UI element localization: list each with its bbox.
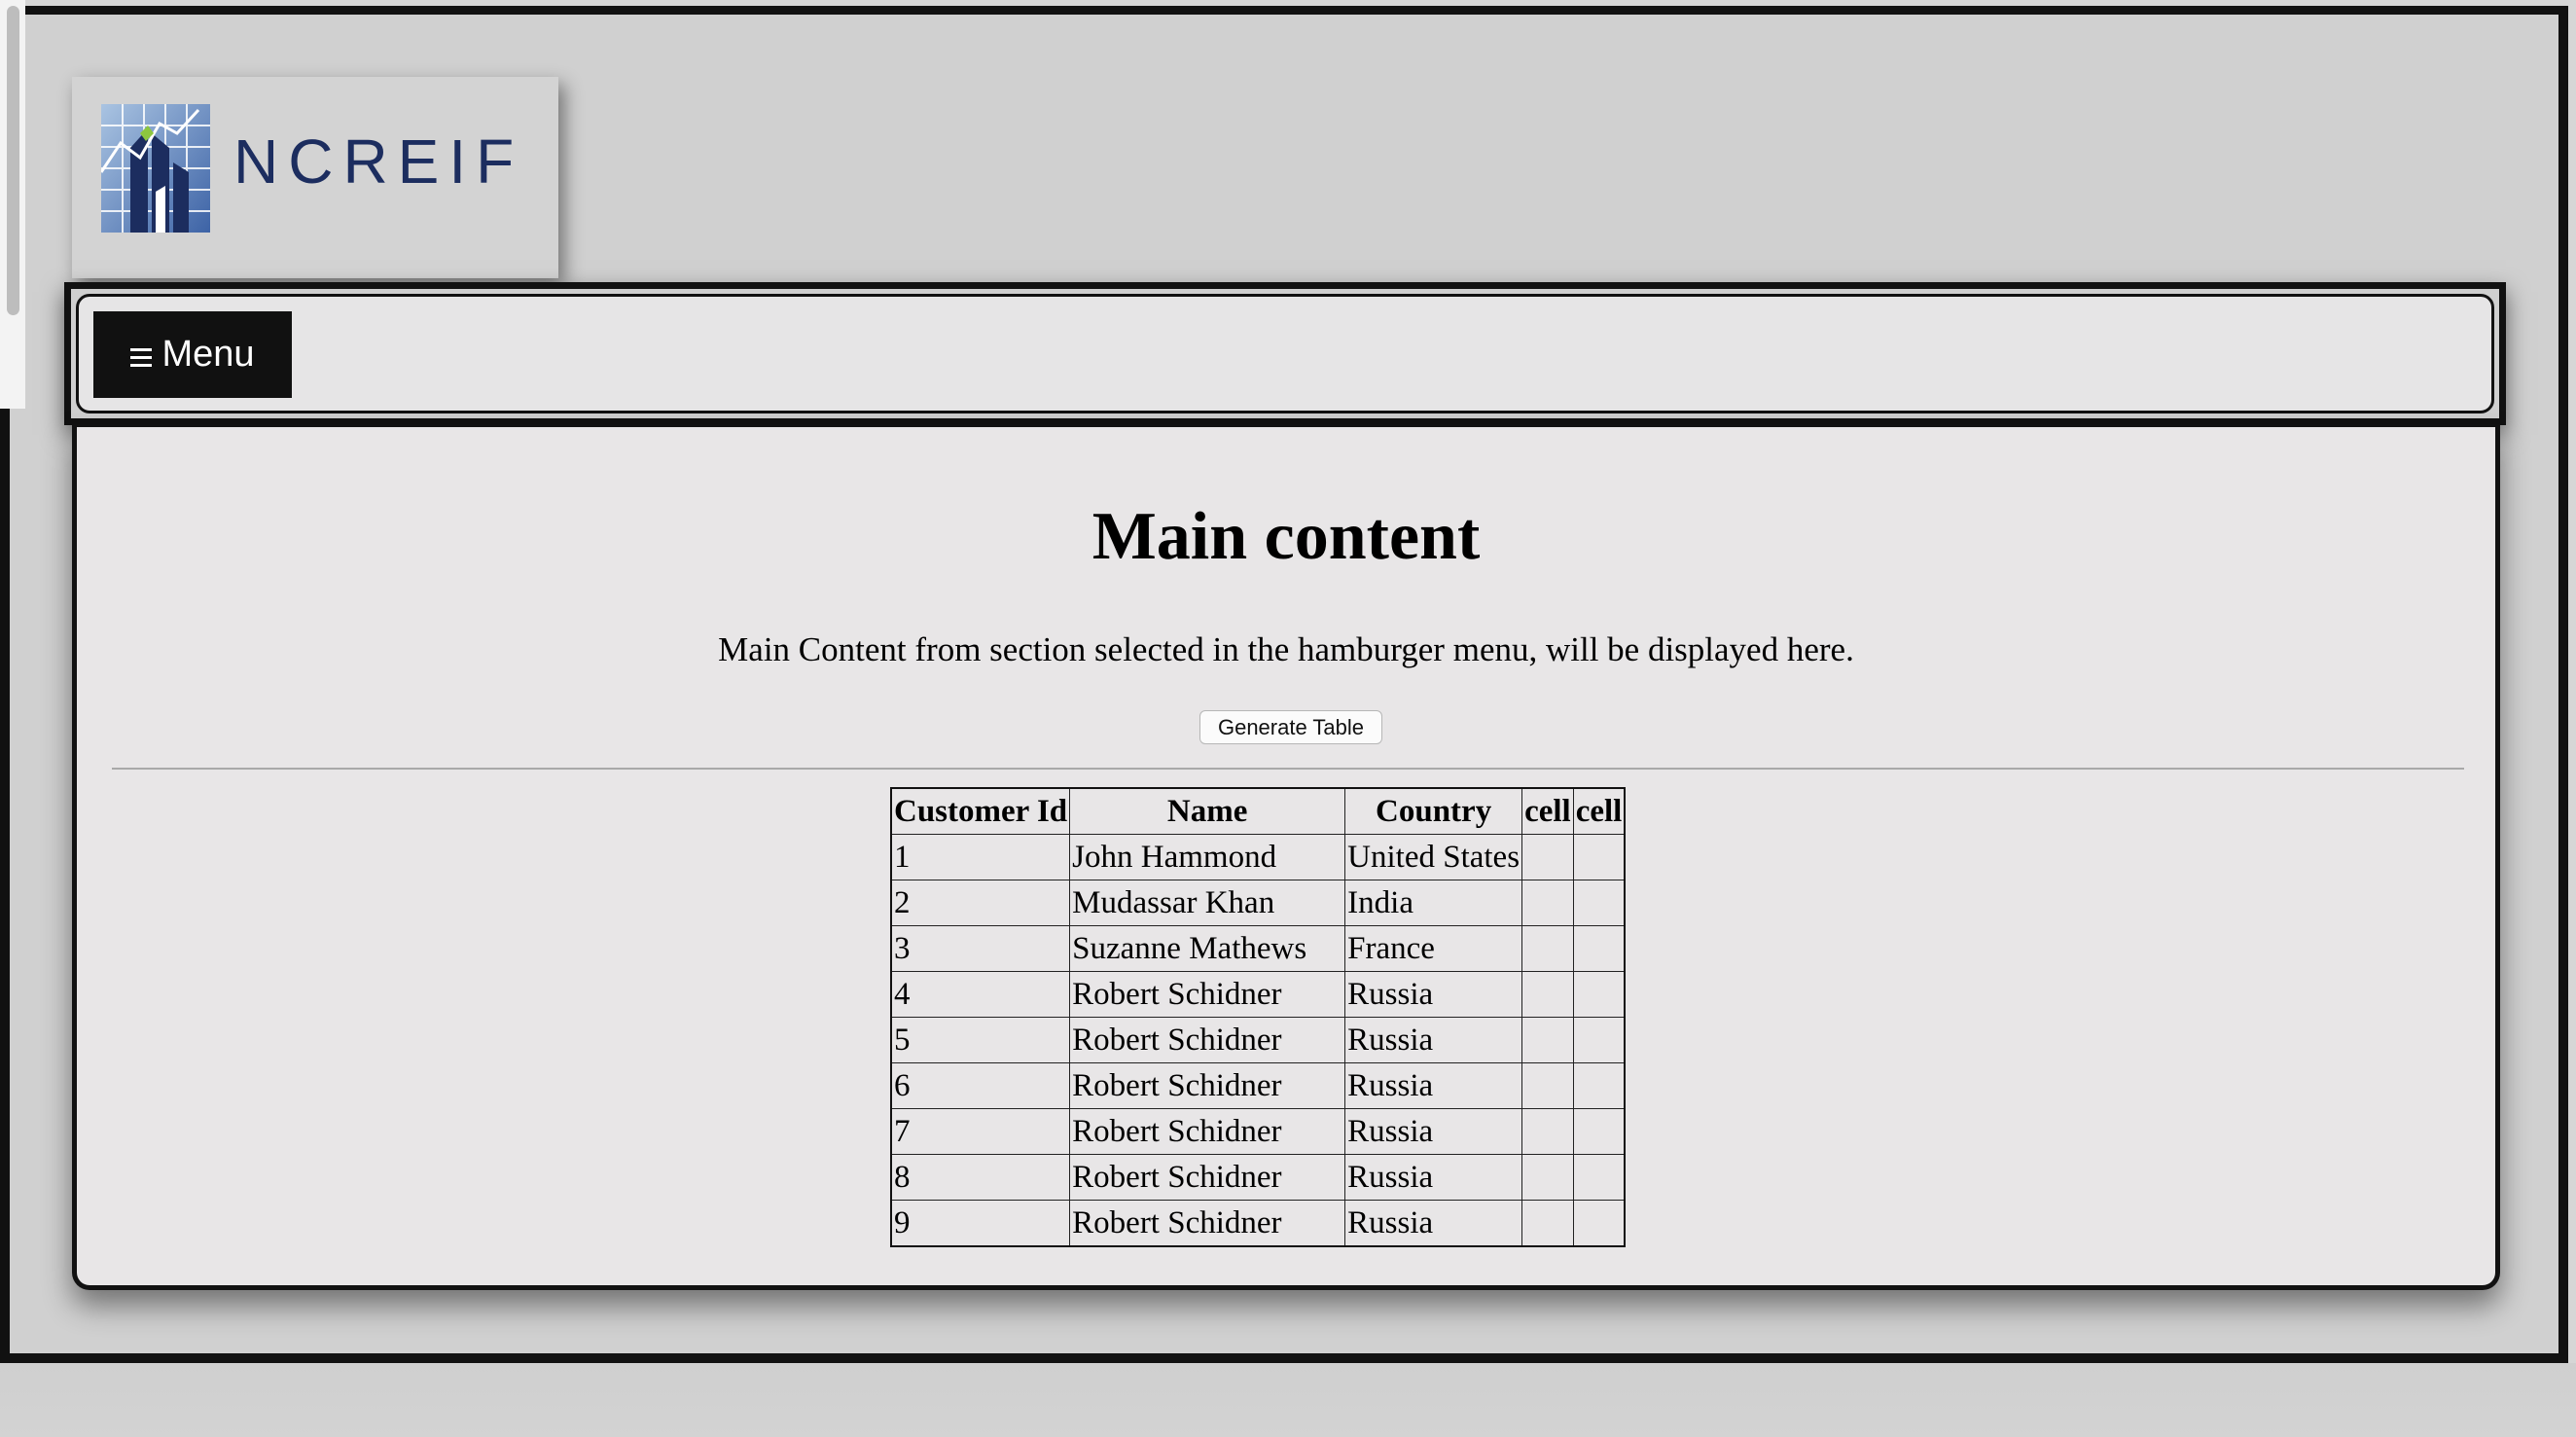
country-cell: United States: [1344, 834, 1523, 880]
empty-cell: [1572, 1108, 1626, 1155]
empty-cell: [1572, 834, 1626, 880]
customer-id-cell: 1: [890, 834, 1071, 880]
country-cell: Russia: [1344, 1017, 1523, 1063]
table-row: 2 Mudassar Khan India: [890, 880, 1626, 926]
column-header-customer-id: Customer Id: [890, 787, 1071, 835]
empty-cell: [1521, 1154, 1574, 1201]
name-cell: Suzanne Mathews: [1069, 925, 1346, 972]
column-header-cell-1: cell: [1521, 787, 1574, 835]
table-row: 1 John Hammond United States: [890, 834, 1626, 880]
customer-id-cell: 2: [890, 880, 1071, 926]
empty-cell: [1572, 1154, 1626, 1201]
country-cell: Russia: [1344, 971, 1523, 1018]
scrollbar[interactable]: [0, 0, 25, 409]
country-cell: India: [1344, 880, 1523, 926]
empty-cell: [1521, 1062, 1574, 1109]
navigation-bar: [64, 282, 2506, 425]
main-description: Main Content from section selected in th…: [718, 630, 1854, 668]
table-row: 3 Suzanne Mathews France: [890, 925, 1626, 972]
page-title: Main content: [1091, 499, 1481, 574]
logo-wordmark: NCREIF: [233, 126, 524, 197]
table-row: 6 Robert Schidner Russia: [890, 1062, 1626, 1109]
name-cell: Mudassar Khan: [1069, 880, 1346, 926]
ncreif-logo-mark-icon: [101, 104, 210, 233]
hamburger-icon: [130, 348, 153, 367]
empty-cell: [1521, 1200, 1574, 1247]
navigation-bar-inner: [76, 294, 2494, 413]
customer-id-cell: 9: [890, 1200, 1071, 1247]
country-cell: Russia: [1344, 1200, 1523, 1247]
empty-cell: [1572, 1017, 1626, 1063]
column-header-country: Country: [1344, 787, 1523, 835]
country-cell: Russia: [1344, 1154, 1523, 1201]
empty-cell: [1521, 880, 1574, 926]
table-row: 9 Robert Schidner Russia: [890, 1200, 1626, 1247]
page-bottom-area: [0, 1363, 2576, 1437]
customer-id-cell: 8: [890, 1154, 1071, 1201]
name-cell: Robert Schidner: [1069, 1108, 1346, 1155]
table-row: 5 Robert Schidner Russia: [890, 1017, 1626, 1063]
name-cell: Robert Schidner: [1069, 1062, 1346, 1109]
empty-cell: [1521, 925, 1574, 972]
horizontal-divider: [112, 768, 2464, 770]
empty-cell: [1572, 971, 1626, 1018]
customer-id-cell: 7: [890, 1108, 1071, 1155]
table-row: 4 Robert Schidner Russia: [890, 971, 1626, 1018]
column-header-name: Name: [1069, 787, 1346, 835]
logo[interactable]: NCREIF: [72, 77, 558, 278]
generate-table-button[interactable]: Generate Table: [1199, 710, 1382, 744]
customer-id-cell: 4: [890, 971, 1071, 1018]
table-row: 7 Robert Schidner Russia: [890, 1108, 1626, 1155]
empty-cell: [1572, 1062, 1626, 1109]
empty-cell: [1572, 880, 1626, 926]
empty-cell: [1521, 1017, 1574, 1063]
menu-button-label: Menu: [161, 334, 255, 375]
table-row: 8 Robert Schidner Russia: [890, 1154, 1626, 1201]
empty-cell: [1521, 1108, 1574, 1155]
customer-table: Customer Id Name Country cell cell 1 Joh…: [890, 787, 1627, 1247]
main-content-panel: Main content Main Content from section s…: [72, 424, 2500, 1290]
column-header-cell-2: cell: [1572, 787, 1626, 835]
menu-button[interactable]: Menu: [93, 311, 292, 398]
table-header-row: Customer Id Name Country cell cell: [890, 787, 1626, 835]
country-cell: Russia: [1344, 1108, 1523, 1155]
scrollbar-thumb[interactable]: [7, 6, 19, 315]
name-cell: Robert Schidner: [1069, 1200, 1346, 1247]
name-cell: Robert Schidner: [1069, 1154, 1346, 1201]
customer-id-cell: 6: [890, 1062, 1071, 1109]
empty-cell: [1572, 1200, 1626, 1247]
customer-id-cell: 3: [890, 925, 1071, 972]
name-cell: Robert Schidner: [1069, 1017, 1346, 1063]
empty-cell: [1572, 925, 1626, 972]
country-cell: Russia: [1344, 1062, 1523, 1109]
customer-id-cell: 5: [890, 1017, 1071, 1063]
empty-cell: [1521, 834, 1574, 880]
name-cell: Robert Schidner: [1069, 971, 1346, 1018]
empty-cell: [1521, 971, 1574, 1018]
country-cell: France: [1344, 925, 1523, 972]
name-cell: John Hammond: [1069, 834, 1346, 880]
